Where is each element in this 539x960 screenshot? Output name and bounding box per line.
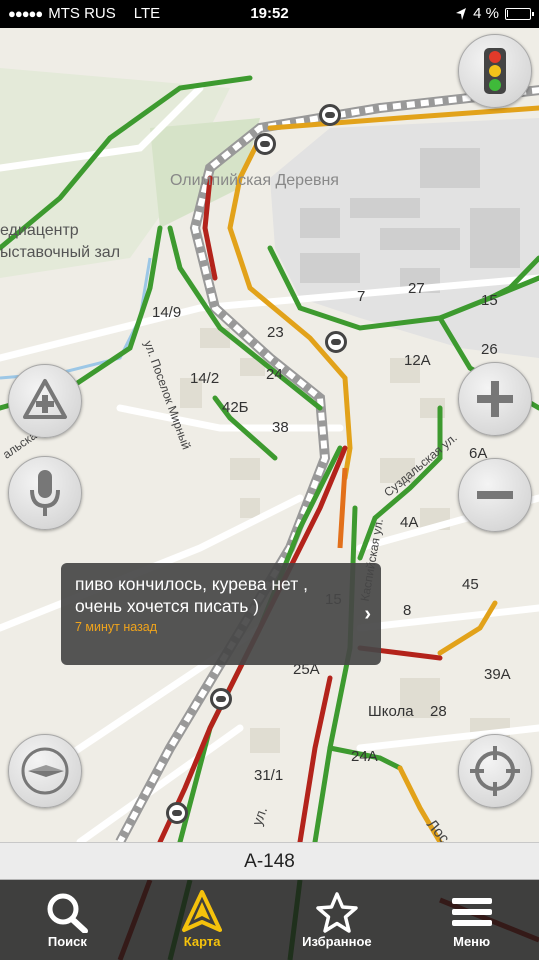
chat-marker[interactable] xyxy=(319,104,341,126)
house-number: 39А xyxy=(484,666,511,683)
traffic-light-icon xyxy=(484,48,506,94)
current-street-bar: А-148 xyxy=(0,842,539,880)
chat-marker[interactable] xyxy=(325,331,347,353)
microphone-icon xyxy=(30,470,60,516)
house-number: 15 xyxy=(481,292,498,309)
star-icon xyxy=(316,892,358,933)
tab-menu[interactable]: Меню xyxy=(404,880,539,960)
tab-label: Поиск xyxy=(47,934,87,949)
battery-level xyxy=(507,9,508,17)
house-number: 27 xyxy=(408,280,425,297)
chat-bubble-icon xyxy=(325,112,335,118)
status-right: 4 % xyxy=(455,5,534,22)
house-number: 8 xyxy=(403,602,412,619)
battery-icon xyxy=(505,7,534,20)
status-bar: ●●●●● MTS RUS LTE 19:52 4 % xyxy=(0,0,539,28)
house-number: 4А xyxy=(400,514,419,531)
voice-button[interactable] xyxy=(8,456,82,530)
tab-label: Избранное xyxy=(302,934,372,949)
tab-search[interactable]: Поиск xyxy=(0,880,135,960)
chat-bubble-icon xyxy=(260,141,270,147)
chat-marker[interactable] xyxy=(166,802,188,824)
house-number: 12А xyxy=(404,352,431,369)
add-point-button[interactable] xyxy=(8,364,82,438)
tab-label: Меню xyxy=(453,934,491,949)
menu-icon xyxy=(451,898,492,926)
zoom-in-button[interactable] xyxy=(458,362,532,436)
chevron-right-icon[interactable]: › xyxy=(364,603,371,626)
location-arrow-icon xyxy=(456,7,467,20)
compass-icon xyxy=(21,747,69,795)
house-number: 24А xyxy=(351,748,378,765)
minus-icon xyxy=(477,491,513,499)
compass-button[interactable] xyxy=(8,734,82,808)
chat-bubble-icon xyxy=(216,696,226,702)
map-view[interactable]: Олимпийская Деревня едиацентр ыставочный… xyxy=(0,28,539,842)
house-number: 45 xyxy=(462,576,479,593)
map-arrow-icon xyxy=(182,890,223,932)
tab-favorites[interactable]: Избранное xyxy=(270,880,405,960)
tab-map[interactable]: Карта xyxy=(135,880,270,960)
house-number: 14/2 xyxy=(190,370,220,387)
traffic-button[interactable] xyxy=(458,34,532,108)
locate-icon xyxy=(470,746,520,796)
house-number: 42Б xyxy=(222,399,249,416)
chat-bubble-icon xyxy=(331,339,341,345)
house-number: 14/9 xyxy=(152,304,182,321)
house-number: 26 xyxy=(481,341,498,358)
chat-bubble-icon xyxy=(172,810,182,816)
locate-button[interactable] xyxy=(458,734,532,808)
message-text: пиво кончилось, курева нет , очень хочет… xyxy=(75,574,308,616)
house-number: 24 xyxy=(266,366,283,383)
chat-marker[interactable] xyxy=(210,688,232,710)
chat-marker[interactable] xyxy=(254,133,276,155)
house-number: 38 xyxy=(272,419,289,436)
zoom-out-button[interactable] xyxy=(458,458,532,532)
place-label: Олимпийская Деревня xyxy=(170,172,339,189)
add-point-icon xyxy=(23,379,67,419)
tab-bar: Поиск Карта Избранное Меню xyxy=(0,880,539,960)
search-icon xyxy=(47,893,89,933)
house-number: 31/1 xyxy=(254,767,284,784)
house-number: 28 xyxy=(430,703,447,720)
message-time: 7 минут назад xyxy=(75,620,158,634)
tab-label: Карта xyxy=(183,934,221,949)
message-popup[interactable]: пиво кончилось, курева нет , очень хочет… xyxy=(61,563,381,665)
house-number: 23 xyxy=(267,324,284,341)
plus-icon xyxy=(477,381,513,417)
place-label: едиацентр xyxy=(0,222,79,239)
battery-percent: 4 % xyxy=(473,5,499,22)
school-label: Школа xyxy=(368,703,414,720)
house-number: 7 xyxy=(357,288,366,305)
place-label: ыставочный зал xyxy=(0,244,121,261)
